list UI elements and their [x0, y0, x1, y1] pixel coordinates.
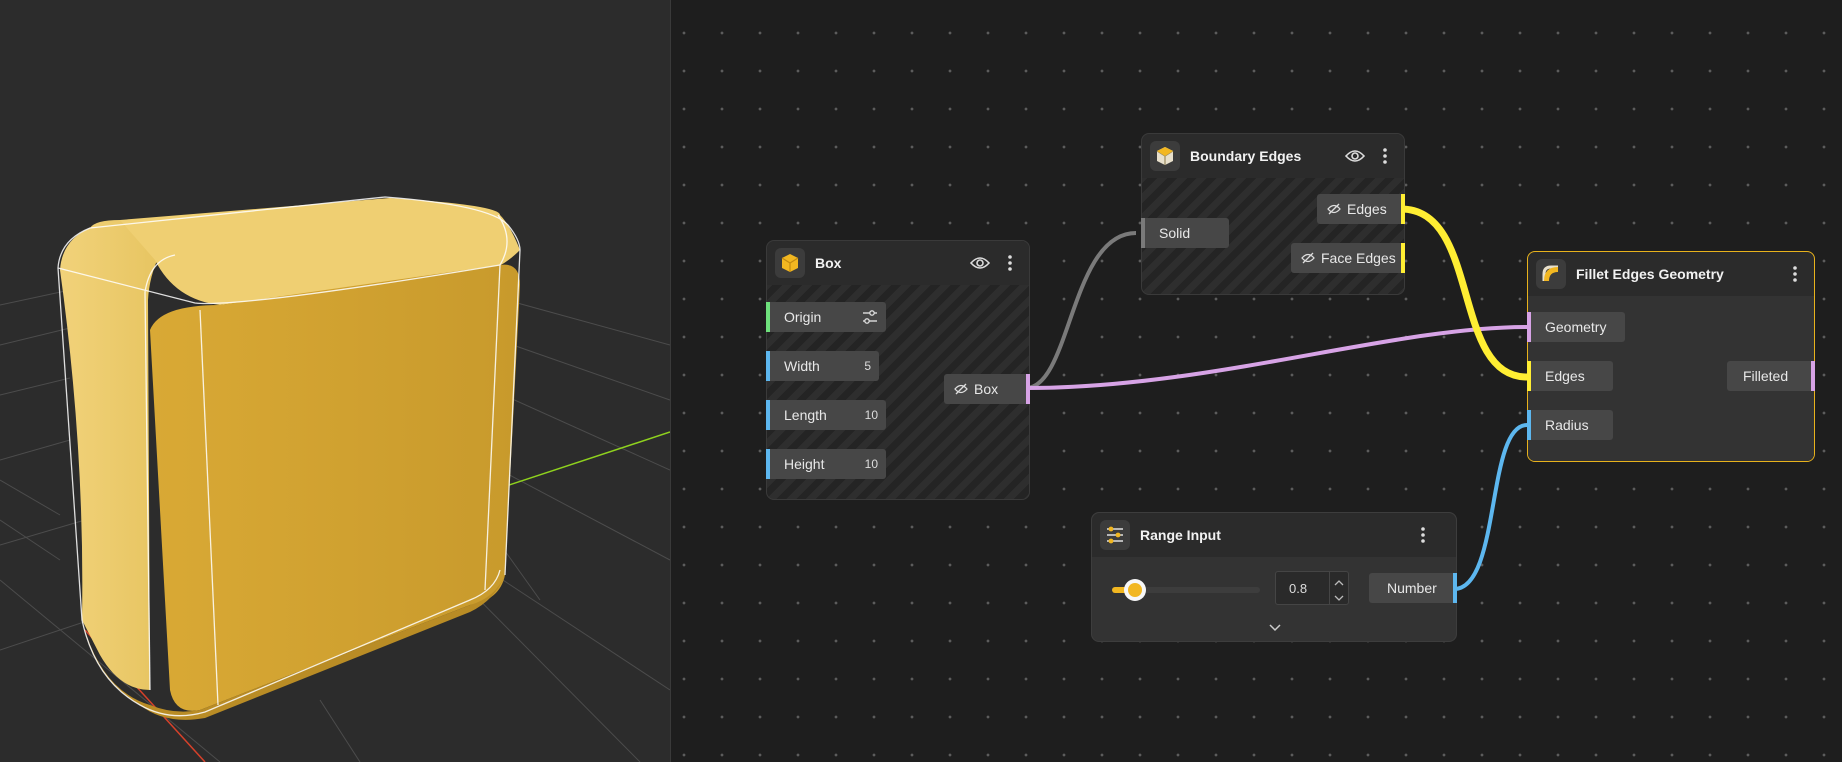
sliders-icon	[1100, 520, 1130, 550]
width-label: Width	[784, 358, 820, 374]
wire-number-to-radius[interactable]	[1453, 423, 1528, 591]
fillet-icon	[1536, 259, 1566, 289]
range-value[interactable]: 0.8	[1289, 581, 1307, 596]
range-input-header[interactable]: Range Input	[1092, 513, 1456, 557]
face-edges-output-socket[interactable]: Face Edges	[1291, 243, 1405, 273]
eye-off-icon[interactable]	[1327, 203, 1341, 215]
boundary-edges-node[interactable]: Boundary Edges Solid Edges Face Edges	[1141, 133, 1405, 295]
filleted-box-model	[57, 196, 521, 720]
width-input-socket[interactable]: Width 5	[766, 351, 879, 381]
length-label: Length	[784, 407, 827, 423]
y-axis-line	[499, 431, 670, 489]
eye-icon[interactable]	[1344, 145, 1366, 167]
geometry-input-socket[interactable]: Geometry	[1527, 312, 1625, 342]
edges-input-socket[interactable]: Edges	[1527, 361, 1613, 391]
fillet-edges-title: Fillet Edges Geometry	[1576, 266, 1724, 282]
range-input-node[interactable]: Range Input 0.8 Number	[1091, 512, 1457, 642]
viewport-canvas[interactable]	[0, 0, 670, 762]
box-node-title: Box	[815, 255, 842, 271]
range-value-field[interactable]: 0.8	[1275, 571, 1349, 605]
wire-box-to-solid[interactable]	[1026, 231, 1137, 390]
range-slider-thumb[interactable]	[1123, 579, 1146, 601]
vertical-dots-icon[interactable]	[1412, 524, 1434, 546]
cube-icon	[775, 248, 805, 278]
box-node-header[interactable]: Box	[767, 241, 1029, 285]
box-output-socket[interactable]: Box	[944, 374, 1030, 404]
3d-viewport[interactable]	[0, 0, 671, 762]
height-value[interactable]: 10	[865, 457, 878, 471]
height-label: Height	[784, 456, 825, 472]
height-input-socket[interactable]: Height 10	[766, 449, 886, 479]
length-input-socket[interactable]: Length 10	[766, 400, 886, 430]
vertical-dots-icon[interactable]	[1374, 145, 1396, 167]
boundary-edges-header[interactable]: Boundary Edges	[1142, 134, 1404, 178]
box-output-label: Box	[974, 381, 999, 397]
edges-input-label: Edges	[1545, 368, 1585, 384]
filleted-output-label: Filleted	[1743, 368, 1789, 384]
eye-icon[interactable]	[969, 252, 991, 274]
geometry-label: Geometry	[1545, 319, 1607, 335]
cube-outline-icon	[1150, 141, 1180, 171]
chevron-down-icon[interactable]	[1267, 621, 1283, 639]
solid-label: Solid	[1159, 225, 1191, 241]
box-node[interactable]: Box Origin Width 5 Length 10 Height 10 B…	[766, 240, 1030, 500]
width-value[interactable]: 5	[864, 359, 871, 373]
origin-input-socket[interactable]: Origin	[766, 302, 886, 332]
edges-output-label: Edges	[1347, 201, 1387, 217]
stepper-divider	[1329, 572, 1330, 604]
sliders-icon[interactable]	[862, 310, 878, 324]
vertical-dots-icon[interactable]	[1784, 263, 1806, 285]
number-output-label: Number	[1387, 580, 1437, 596]
fillet-edges-node[interactable]: Fillet Edges Geometry Geometry Edges Rad…	[1527, 251, 1815, 462]
boundary-edges-title: Boundary Edges	[1190, 148, 1302, 164]
number-output-socket[interactable]: Number	[1369, 573, 1457, 603]
wire-edges-to-edges[interactable]	[1400, 205, 1528, 381]
chevron-down-icon[interactable]	[1333, 590, 1345, 608]
eye-off-icon[interactable]	[954, 383, 968, 395]
wire-box-to-geometry[interactable]	[1026, 325, 1528, 390]
node-editor-canvas[interactable]: Box Origin Width 5 Length 10 Height 10 B…	[671, 0, 1842, 762]
edges-output-socket[interactable]: Edges	[1317, 194, 1405, 224]
radius-label: Radius	[1545, 417, 1589, 433]
face-edges-output-label: Face Edges	[1321, 250, 1396, 266]
radius-input-socket[interactable]: Radius	[1527, 410, 1613, 440]
length-value[interactable]: 10	[865, 408, 878, 422]
fillet-edges-header[interactable]: Fillet Edges Geometry	[1528, 252, 1814, 296]
range-input-title: Range Input	[1140, 527, 1221, 543]
origin-label: Origin	[784, 309, 822, 325]
filleted-output-socket[interactable]: Filleted	[1727, 361, 1815, 391]
vertical-dots-icon[interactable]	[999, 252, 1021, 274]
range-slider[interactable]	[1112, 579, 1260, 601]
eye-off-icon[interactable]	[1301, 252, 1315, 264]
solid-input-socket[interactable]: Solid	[1141, 218, 1229, 248]
